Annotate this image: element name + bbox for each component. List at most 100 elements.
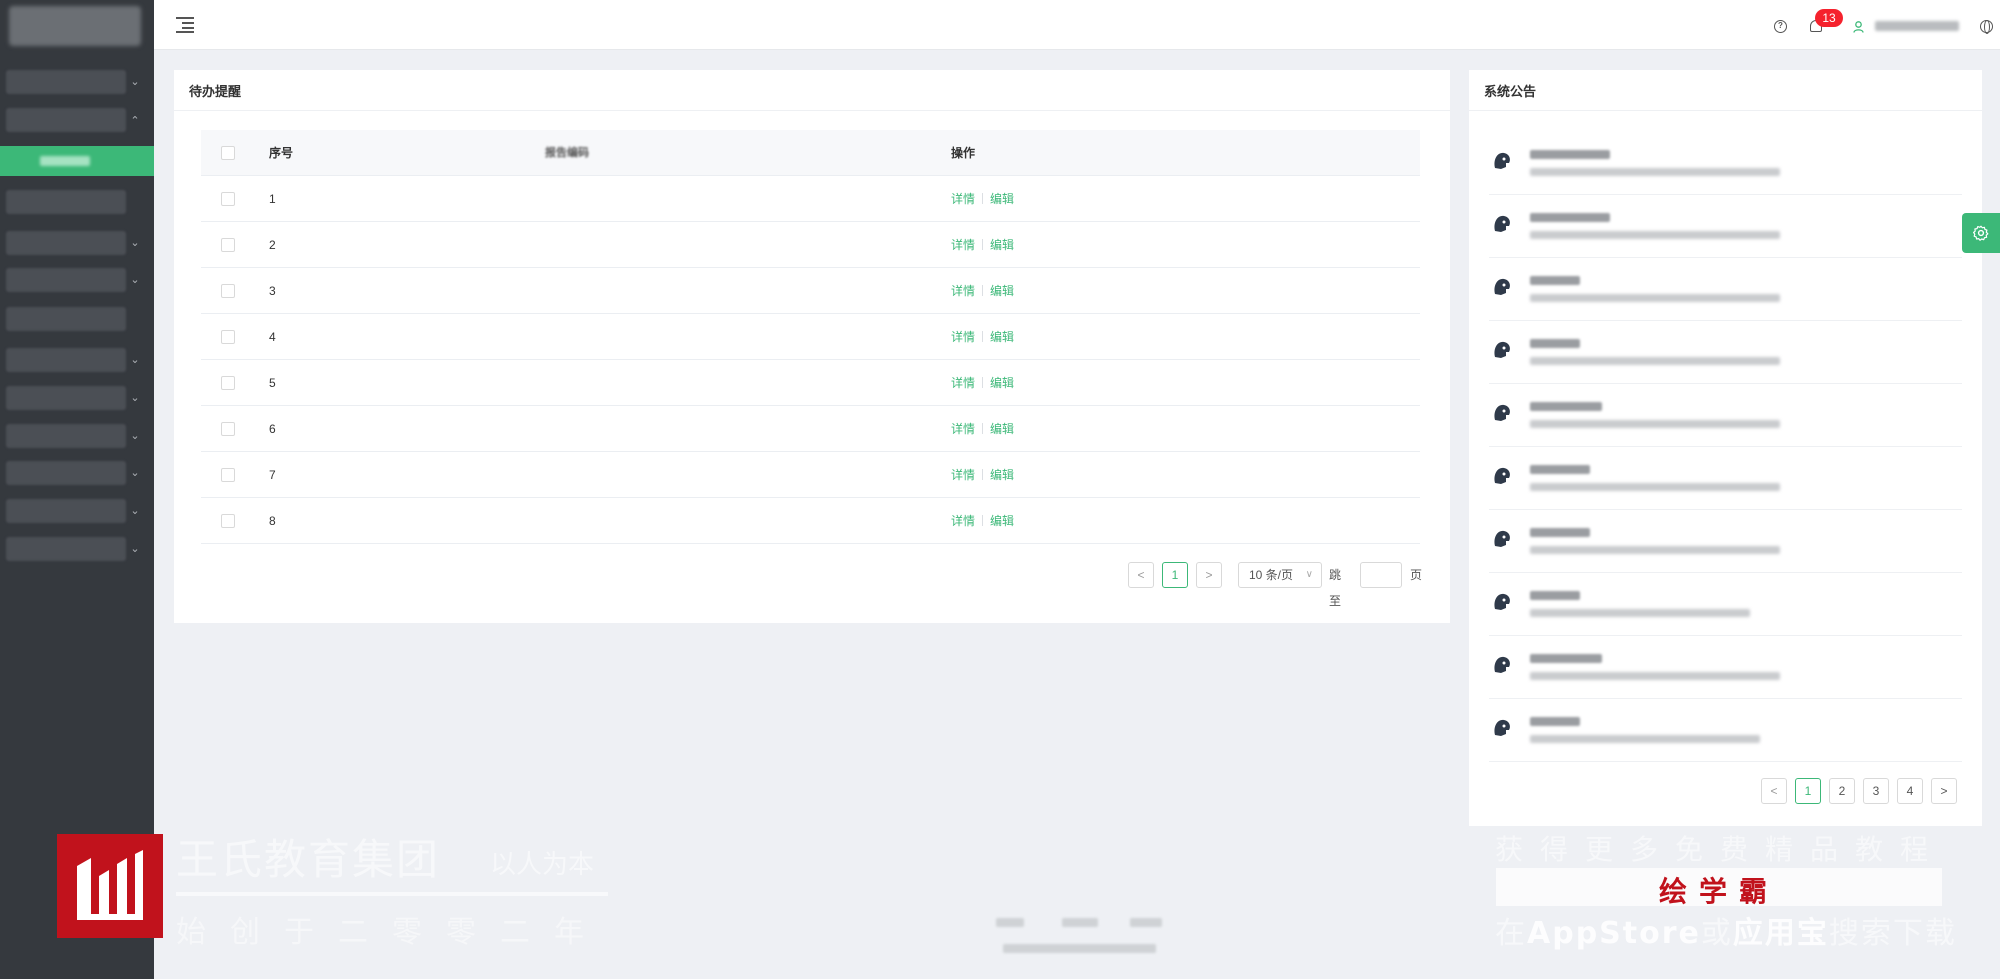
detail-link[interactable]: 详情 (951, 376, 975, 390)
sidebar-item-1[interactable] (6, 70, 126, 94)
sidebar-item-11[interactable] (6, 499, 126, 523)
chevron-down-icon: ⌄ (130, 467, 140, 479)
chevron-down-icon: ⌄ (130, 76, 140, 88)
avatar (1490, 401, 1514, 425)
edit-link[interactable]: 编辑 (990, 330, 1014, 344)
sidebar-item-4[interactable] (6, 231, 126, 255)
page-button-3[interactable]: 3 (1863, 778, 1889, 804)
avatar (1490, 338, 1514, 362)
chevron-down-icon: ⌄ (130, 392, 140, 404)
page-button-2[interactable]: 2 (1829, 778, 1855, 804)
divider (174, 110, 1450, 111)
sidebar-item-active[interactable] (0, 146, 154, 176)
row-checkbox[interactable] (221, 376, 235, 390)
notice-title (1530, 591, 1580, 600)
table-row: 2 详情 编辑 (201, 222, 1420, 268)
prev-page-button[interactable]: < (1761, 778, 1787, 804)
user-name[interactable] (1875, 21, 1959, 31)
row-actions: 详情 编辑 (951, 268, 1014, 314)
detail-link[interactable]: 详情 (951, 468, 975, 482)
row-no: 8 (269, 514, 276, 528)
sidebar-item-7[interactable] (6, 348, 126, 372)
sidebar: ⌄ ⌃ ⌄ ⌄ ⌄ ⌄ ⌄ ⌄ ⌄ ⌄ (0, 0, 154, 979)
prev-page-button[interactable]: < (1128, 562, 1154, 588)
sidebar-item-3[interactable] (6, 190, 126, 214)
watermark-title: 王氏教育集团 (176, 835, 441, 884)
page-button-1[interactable]: 1 (1162, 562, 1188, 588)
notice-item[interactable] (1489, 636, 1962, 699)
row-checkbox[interactable] (221, 422, 235, 436)
next-page-button[interactable]: > (1931, 778, 1957, 804)
help-icon[interactable]: ? (1774, 20, 1787, 33)
notice-item[interactable] (1489, 699, 1962, 762)
row-checkbox[interactable] (221, 514, 235, 528)
notice-desc (1530, 483, 1780, 491)
notice-item[interactable] (1489, 384, 1962, 447)
edit-link[interactable]: 编辑 (990, 376, 1014, 390)
watermark-slogan: 以人为本 (490, 850, 595, 880)
detail-link[interactable]: 详情 (951, 192, 975, 206)
page-size-select[interactable]: 10 条/页 ∨ (1238, 562, 1322, 588)
notice-desc (1530, 357, 1780, 365)
edit-link[interactable]: 编辑 (990, 422, 1014, 436)
watermark-subtitle: 始创于二零零二年 (176, 915, 608, 950)
chevron-down-icon: ∨ (1305, 569, 1313, 580)
notice-item[interactable] (1489, 510, 1962, 573)
avatar (1490, 716, 1514, 740)
detail-link[interactable]: 详情 (951, 422, 975, 436)
avatar (1490, 149, 1514, 173)
row-checkbox[interactable] (221, 468, 235, 482)
page-button-1[interactable]: 1 (1795, 778, 1821, 804)
notice-item[interactable] (1489, 573, 1962, 636)
next-page-button[interactable]: > (1196, 562, 1222, 588)
avatar (1490, 590, 1514, 614)
notification-badge: 13 (1815, 9, 1843, 27)
row-checkbox[interactable] (221, 238, 235, 252)
settings-button[interactable] (1962, 213, 2000, 253)
sidebar-item-6[interactable] (6, 307, 126, 331)
page-button-4[interactable]: 4 (1897, 778, 1923, 804)
chevron-down-icon: ⌄ (130, 274, 140, 286)
row-actions: 详情 编辑 (951, 360, 1014, 406)
row-no: 1 (269, 192, 276, 206)
notice-title (1530, 150, 1610, 159)
row-actions: 详情 编辑 (951, 498, 1014, 544)
edit-link[interactable]: 编辑 (990, 468, 1014, 482)
todo-card-title: 待办提醒 (189, 84, 242, 99)
sidebar-item-8[interactable] (6, 386, 126, 410)
row-checkbox[interactable] (221, 284, 235, 298)
sidebar-item-12[interactable] (6, 537, 126, 561)
sidebar-item-9[interactable] (6, 424, 126, 448)
notice-item[interactable] (1489, 321, 1962, 384)
detail-link[interactable]: 详情 (951, 284, 975, 298)
sidebar-item-2[interactable] (6, 108, 126, 132)
edit-link[interactable]: 编辑 (990, 238, 1014, 252)
edit-link[interactable]: 编辑 (990, 284, 1014, 298)
row-actions: 详情 编辑 (951, 452, 1014, 498)
notice-item[interactable] (1489, 195, 1962, 258)
table-row: 6 详情 编辑 (201, 406, 1420, 452)
detail-link[interactable]: 详情 (951, 514, 975, 528)
detail-link[interactable]: 详情 (951, 330, 975, 344)
edit-link[interactable]: 编辑 (990, 192, 1014, 206)
detail-link[interactable]: 详情 (951, 238, 975, 252)
column-header-op: 操作 (951, 146, 976, 160)
jump-page-input[interactable] (1360, 562, 1402, 588)
sidebar-item-5[interactable] (6, 268, 126, 292)
notice-item[interactable] (1489, 132, 1962, 195)
globe-icon[interactable] (1980, 20, 1993, 34)
select-all-checkbox[interactable] (221, 146, 235, 160)
edit-link[interactable]: 编辑 (990, 514, 1014, 528)
notice-item[interactable] (1489, 447, 1962, 510)
menu-fold-icon[interactable] (176, 17, 194, 33)
user-icon[interactable] (1853, 21, 1864, 33)
row-no: 4 (269, 330, 276, 344)
row-checkbox[interactable] (221, 192, 235, 206)
row-checkbox[interactable] (221, 330, 235, 344)
avatar (1490, 464, 1514, 488)
column-header-code: 报告编码 (545, 147, 589, 159)
sidebar-item-10[interactable] (6, 461, 126, 485)
notice-item[interactable] (1489, 258, 1962, 321)
chevron-down-icon: ⌄ (130, 543, 140, 555)
avatar (1490, 275, 1514, 299)
